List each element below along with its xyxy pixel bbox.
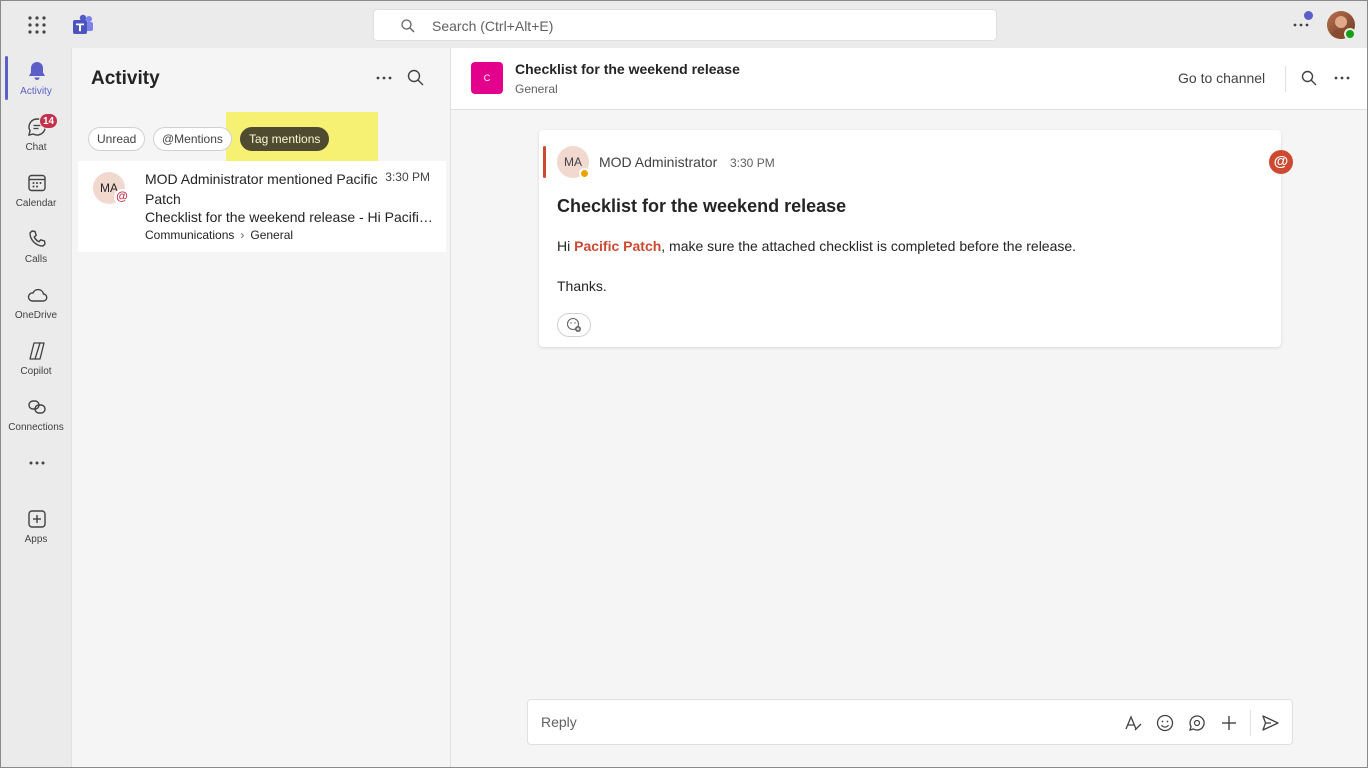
rail-item-calls[interactable]: Calls (1, 220, 71, 272)
feed-item-title: MOD Administrator mentioned Pacific Patc… (145, 171, 378, 207)
add-app-icon (28, 510, 46, 528)
team-name: Communications (145, 228, 235, 242)
rail-label: Copilot (20, 366, 52, 377)
teams-window: Search (Ctrl+Alt+E) Activity 14 Chat Cal… (0, 0, 1368, 768)
add-icon[interactable] (1219, 713, 1239, 733)
divider (1285, 66, 1286, 92)
channel-name: General (250, 228, 294, 242)
rail-more-apps[interactable] (1, 444, 71, 480)
more-options-icon[interactable] (374, 68, 394, 88)
rail-item-onedrive[interactable]: OneDrive (1, 276, 71, 328)
feed-item-preview: Checklist for the weekend release - Hi P… (145, 209, 435, 225)
activity-feed-item[interactable]: MA @ MOD Administrator mentioned Pacific… (78, 161, 446, 252)
rail-label: Connections (8, 422, 64, 433)
rail-label: OneDrive (14, 310, 58, 321)
rail-item-calendar[interactable]: Calendar (1, 164, 71, 216)
go-to-channel-button[interactable]: Go to channel (1178, 70, 1265, 86)
reply-box[interactable]: Reply (527, 699, 1293, 745)
app-rail: Activity 14 Chat Calendar Calls OneDrive… (1, 48, 71, 767)
rail-item-chat[interactable]: 14 Chat (1, 108, 71, 160)
panel-title: Activity (91, 68, 160, 89)
body-text: , make sure the attached checklist is co… (661, 238, 1077, 254)
rail-label: Chat (25, 142, 47, 153)
notification-dot (1304, 11, 1313, 20)
search-box[interactable]: Search (Ctrl+Alt+E) (373, 9, 997, 41)
unread-badge: 14 (39, 113, 59, 129)
send-icon[interactable] (1260, 713, 1280, 733)
chevron-right-icon: › (240, 228, 245, 242)
rail-item-copilot[interactable]: Copilot (1, 332, 71, 384)
channel-subtitle: General (515, 82, 558, 96)
feed-item-location: Communications › General (145, 228, 293, 242)
mention-indicator-bar (543, 146, 546, 178)
search-placeholder: Search (Ctrl+Alt+E) (432, 18, 554, 34)
conversation-header: C Checklist for the weekend release Gene… (451, 48, 1367, 110)
search-icon (401, 19, 415, 33)
rail-label: Activity (20, 86, 52, 97)
copilot-icon (29, 342, 45, 360)
more-icon (29, 461, 45, 465)
presence-available-icon (1344, 28, 1356, 40)
message-body: Hi Pacific Patch, make sure the attached… (557, 238, 1076, 254)
mention-icon: @ (114, 189, 130, 205)
greeting-text: Hi (557, 238, 575, 254)
rail-label: Calls (24, 254, 48, 265)
presence-away-icon (579, 168, 590, 179)
filter-tag-mentions[interactable]: Tag mentions (240, 127, 330, 151)
title-bar: Search (Ctrl+Alt+E) (1, 1, 1367, 48)
channel-avatar: C (471, 62, 503, 94)
rail-item-activity[interactable]: Activity (1, 52, 71, 104)
mention-icon: @ (1269, 150, 1293, 174)
message-signoff: Thanks. (557, 278, 607, 294)
activity-panel: Activity Unread @Mentions Tag mentions M… (71, 48, 451, 767)
rail-label: Apps (24, 534, 48, 545)
message-time: 3:30 PM (730, 156, 775, 170)
filter-mentions[interactable]: @Mentions (153, 127, 232, 151)
teams-logo-icon (73, 14, 93, 34)
divider (1250, 710, 1251, 736)
calendar-icon (28, 174, 46, 192)
add-reaction-button[interactable] (557, 313, 591, 337)
filter-unread[interactable]: Unread (88, 127, 146, 151)
bell-icon (29, 62, 45, 80)
message-subject: Checklist for the weekend release (557, 196, 847, 216)
rail-item-connections[interactable]: Connections (1, 388, 71, 440)
user-mention[interactable]: Pacific Patch (574, 238, 661, 254)
search-icon[interactable] (1300, 69, 1318, 87)
loop-icon[interactable] (1187, 713, 1207, 733)
conversation-title: Checklist for the weekend release (515, 61, 740, 77)
rail-item-apps[interactable]: Apps (1, 500, 71, 552)
feed-item-time: 3:30 PM (385, 170, 430, 184)
cloud-icon (27, 288, 48, 302)
reply-placeholder: Reply (541, 714, 577, 730)
app-launcher-icon[interactable] (25, 13, 49, 37)
phone-icon (29, 230, 46, 247)
conversation-pane: C Checklist for the weekend release Gene… (451, 48, 1367, 767)
rail-label: Calendar (15, 198, 57, 209)
emoji-add-icon (566, 317, 581, 332)
message-card[interactable]: MA MOD Administrator 3:30 PM @ Checklist… (539, 130, 1293, 347)
search-icon[interactable] (406, 68, 426, 88)
format-icon[interactable] (1123, 713, 1143, 733)
connections-icon (28, 400, 46, 414)
emoji-icon[interactable] (1155, 713, 1175, 733)
more-options-icon[interactable] (1333, 69, 1351, 87)
message-author[interactable]: MOD Administrator (599, 154, 717, 170)
